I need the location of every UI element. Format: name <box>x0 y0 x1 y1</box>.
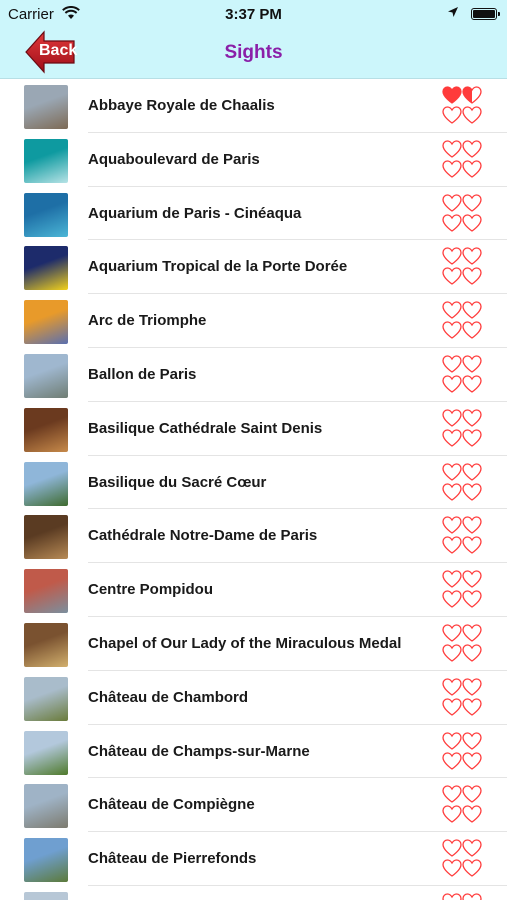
list-item[interactable]: Aquaboulevard de Paris <box>24 133 507 187</box>
favorite-hearts-icon[interactable] <box>442 247 482 287</box>
page-title: Sights <box>224 42 283 63</box>
sight-name: Château de Pierrefonds <box>88 850 257 868</box>
sight-thumbnail <box>24 461 68 506</box>
list-item[interactable]: Château de Chambord <box>24 671 507 725</box>
list-item[interactable]: Cathédrale Notre-Dame de Paris <box>24 509 507 564</box>
sight-thumbnail <box>24 300 68 345</box>
favorite-hearts-icon[interactable] <box>442 462 482 503</box>
sight-thumbnail <box>24 353 68 398</box>
list-item[interactable]: Ballon de Paris <box>24 348 507 402</box>
sight-thumbnail <box>24 569 68 614</box>
favorite-hearts-icon[interactable] <box>442 624 482 664</box>
sight-name: Ballon de Paris <box>88 365 197 383</box>
sight-name <box>88 886 418 900</box>
sight-name: Cathédrale Notre-Dame de Paris <box>88 527 318 545</box>
sight-thumbnail <box>24 85 68 129</box>
list-item[interactable]: Centre Pompidou <box>24 563 507 617</box>
list-item[interactable]: Chapel of Our Lady of the Miraculous Med… <box>24 617 507 671</box>
favorite-hearts-icon[interactable] <box>442 839 482 879</box>
clock: 3:37 PM <box>225 6 282 23</box>
sights-list[interactable]: Abbaye Royale de Chaalis Aquaboulevard de… <box>0 79 507 900</box>
favorite-hearts-icon[interactable] <box>442 140 482 180</box>
sight-name: Aquarium Tropical de la Porte Dorée <box>88 258 348 276</box>
sight-name: Château de Compiègne <box>88 796 255 814</box>
location-arrow-icon <box>447 6 459 23</box>
list-item[interactable]: Château de Compiègne <box>24 778 507 833</box>
sight-thumbnail <box>24 138 68 183</box>
navigation-bar: Carrier 3:37 PM Back Sights <box>0 0 507 79</box>
sight-name: Basilique Cathédrale Saint Denis <box>88 419 323 437</box>
favorite-hearts-icon[interactable] <box>442 86 482 126</box>
sight-thumbnail <box>24 407 68 452</box>
sight-thumbnail <box>24 676 68 721</box>
favorite-hearts-icon[interactable] <box>442 678 482 718</box>
sight-name: Basilique du Sacré Cœur <box>88 473 267 491</box>
sight-thumbnail <box>24 730 68 775</box>
favorite-hearts-icon[interactable] <box>442 731 482 772</box>
favorite-hearts-icon[interactable] <box>442 893 482 900</box>
sight-name: Aquaboulevard de Paris <box>88 150 260 168</box>
favorite-hearts-icon[interactable] <box>442 516 482 556</box>
favorite-hearts-icon[interactable] <box>442 570 482 610</box>
sight-name: Château de Chambord <box>88 688 249 706</box>
sight-thumbnail <box>24 515 68 560</box>
sight-name: Château de Champs-sur-Marne <box>88 742 310 760</box>
list-item[interactable]: Château de Champs-sur-Marne <box>24 725 507 779</box>
favorite-hearts-icon[interactable] <box>442 301 482 341</box>
sight-thumbnail <box>24 192 68 237</box>
sight-thumbnail <box>24 784 68 829</box>
favorite-hearts-icon[interactable] <box>442 355 482 395</box>
list-item[interactable]: Aquarium de Paris - Cinéaqua <box>24 187 507 241</box>
list-item[interactable]: Aquarium Tropical de la Porte Dorée <box>24 240 507 295</box>
sight-thumbnail <box>24 622 68 667</box>
list-item[interactable] <box>24 886 507 900</box>
sight-name: Centre Pompidou <box>88 581 214 599</box>
favorite-hearts-icon[interactable] <box>442 785 482 825</box>
list-item[interactable]: Abbaye Royale de Chaalis <box>24 79 507 133</box>
battery-icon <box>471 8 500 20</box>
sight-thumbnail <box>24 246 68 291</box>
sight-name: Chapel of Our Lady of the Miraculous Med… <box>88 634 402 652</box>
list-item[interactable]: Arc de Triomphe <box>24 294 507 348</box>
list-item[interactable]: Basilique du Sacré Cœur <box>24 456 507 510</box>
sight-thumbnail <box>24 891 68 900</box>
list-item[interactable]: Château de Pierrefonds <box>24 832 507 886</box>
sight-name: Aquarium de Paris - Cinéaqua <box>88 204 302 222</box>
status-bar: Carrier 3:37 PM <box>0 0 507 30</box>
list-item[interactable]: Basilique Cathédrale Saint Denis <box>24 402 507 456</box>
favorite-hearts-icon[interactable] <box>442 193 482 234</box>
sight-name: Arc de Triomphe <box>88 312 207 330</box>
sight-thumbnail <box>24 838 68 883</box>
favorite-hearts-icon[interactable] <box>442 409 482 449</box>
sight-name: Abbaye Royale de Chaalis <box>88 97 275 114</box>
